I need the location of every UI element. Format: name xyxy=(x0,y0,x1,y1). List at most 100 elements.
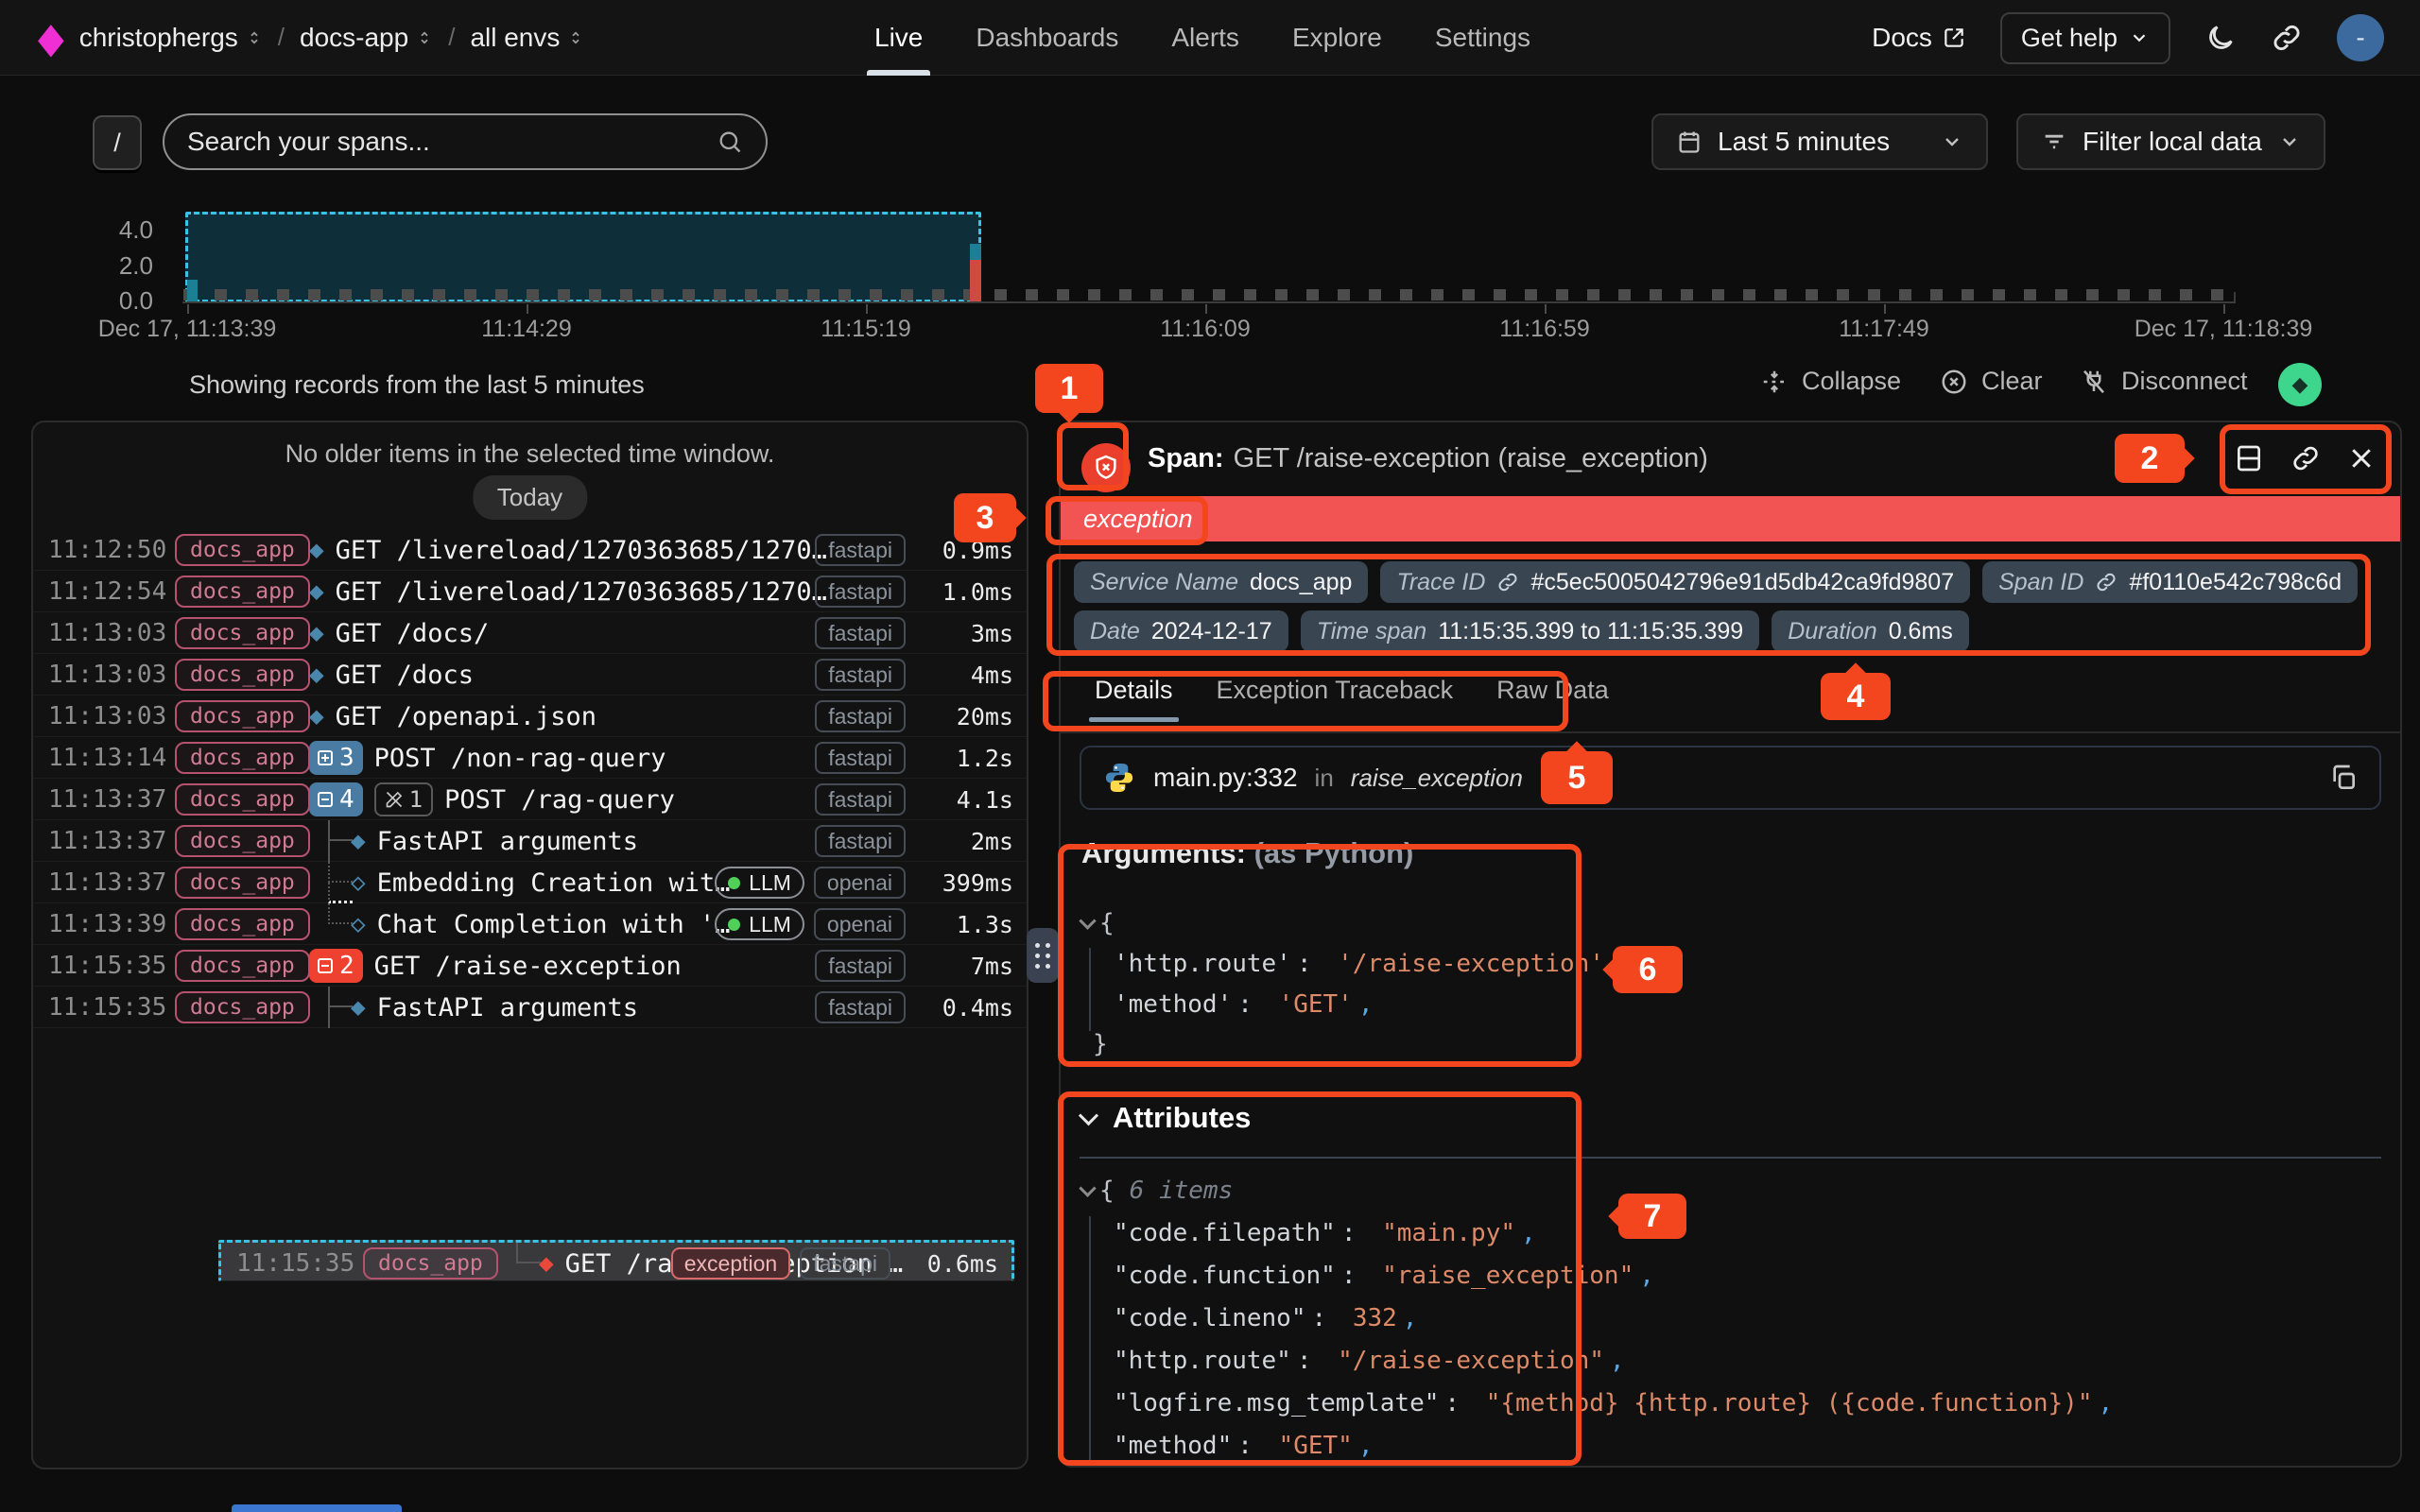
tag-pill: fastapi xyxy=(815,617,906,649)
child-count: 3 xyxy=(339,744,354,772)
list-item[interactable]: 11:13:39 docs_app ◇Chat Completion with … xyxy=(33,903,1027,945)
panel-toggle-icon[interactable] xyxy=(2234,443,2264,473)
span-tags-row-2: Date2024-12-17 Time span11:15:35.399 to … xyxy=(1074,610,1969,652)
tab-explore[interactable]: Explore xyxy=(1292,0,1382,76)
tag-pill: fastapi xyxy=(815,576,906,608)
chevron-down-icon xyxy=(1079,1179,1096,1196)
span-id-tag[interactable]: Span ID #f0110e542c798c6d xyxy=(1982,561,2358,603)
minus-square-icon xyxy=(318,958,333,973)
list-item[interactable]: 11:15:35 docs_app 2GET /raise-exception … xyxy=(33,945,1027,987)
tab-live[interactable]: Live xyxy=(874,0,923,76)
attr-entry: "http.route": "/raise-exception", xyxy=(1114,1340,1625,1382)
close-icon[interactable] xyxy=(2347,444,2376,472)
chevron-down-icon xyxy=(1941,130,1963,153)
dark-mode-moon-icon[interactable] xyxy=(2204,22,2237,54)
annotation-count: 1 xyxy=(409,786,423,813)
span-diamond-outline-icon: ◇ xyxy=(351,870,366,895)
search-bar[interactable] xyxy=(163,113,768,170)
collapse-children-badge[interactable]: 4 xyxy=(309,782,363,816)
tab-dashboards[interactable]: Dashboards xyxy=(976,0,1118,76)
tab-exception-traceback[interactable]: Exception Traceback xyxy=(1217,676,1454,720)
list-item[interactable]: 11:13:14 docs_app 3POST /non-rag-query f… xyxy=(33,737,1027,779)
today-pill[interactable]: Today xyxy=(473,475,587,520)
copy-link-icon[interactable] xyxy=(2290,443,2321,473)
list-item[interactable]: 11:12:54 docs_app ◆GET /livereload/12703… xyxy=(33,571,1027,612)
panel-resize-handle[interactable] xyxy=(1027,928,1059,983)
chart-bar-spans[interactable] xyxy=(970,244,981,260)
filter-local-data-button[interactable]: Filter local data xyxy=(2016,113,2325,170)
trace-id-tag[interactable]: Trace ID#c5ec5005042796e91d5db42ca9fd980… xyxy=(1380,561,1970,603)
attributes-heading[interactable]: Attributes xyxy=(1081,1101,1251,1135)
list-item[interactable]: 11:12:50 docs_app ◆GET /livereload/12703… xyxy=(33,529,1027,571)
tag-value: #f0110e542c798c6d xyxy=(2129,569,2342,596)
tag-label: Span ID xyxy=(1998,569,2083,596)
collapse-children-badge-error[interactable]: 2 xyxy=(309,949,363,983)
org-selector[interactable]: christophergs xyxy=(79,23,263,53)
colon: : xyxy=(1297,950,1312,978)
clear-button[interactable]: Clear xyxy=(1940,367,2043,396)
duration: 7ms xyxy=(915,953,1013,980)
attr-entry: "code.filepath": "main.py", xyxy=(1114,1212,1536,1254)
list-item[interactable]: 11:13:37 docs_app 41POST /rag-query fast… xyxy=(33,779,1027,820)
duration: 4ms xyxy=(915,662,1013,689)
expand-children-badge[interactable]: 3 xyxy=(309,741,363,775)
live-status-button[interactable]: ◆ xyxy=(2278,363,2322,406)
source-file[interactable]: main.py:332 xyxy=(1153,763,1298,793)
attr-key: "method" xyxy=(1114,1432,1232,1460)
list-item[interactable]: 11:13:37 docs_app ◇Embedding Creation wi… xyxy=(33,862,1027,903)
exception-shield-icon xyxy=(1081,443,1131,492)
tag-pill: fastapi xyxy=(815,742,906,774)
tag-value: 2024-12-17 xyxy=(1151,618,1272,645)
copy-icon[interactable] xyxy=(2328,763,2359,793)
colon: : xyxy=(1297,1347,1312,1375)
share-link-icon[interactable] xyxy=(2271,22,2303,54)
minus-square-icon xyxy=(318,792,333,807)
row-time: 11:13:14 xyxy=(48,737,166,779)
project-selector[interactable]: docs-app xyxy=(300,23,433,53)
logfire-logo-icon[interactable]: ◆ xyxy=(38,16,64,59)
env-selector[interactable]: all envs xyxy=(470,23,584,53)
time-range-button[interactable]: Last 5 minutes xyxy=(1651,113,1988,170)
args-open-line[interactable]: { xyxy=(1081,902,1115,944)
list-item[interactable]: 11:13:37 docs_app ◆FastAPI arguments fas… xyxy=(33,820,1027,862)
green-dot-icon xyxy=(728,877,740,889)
tag-value: 0.6ms xyxy=(1889,618,1953,645)
tag-pill: fastapi xyxy=(815,659,906,691)
list-item[interactable]: 11:13:03 docs_app ◆GET /docs fastapi4ms xyxy=(33,654,1027,696)
search-input[interactable] xyxy=(187,127,717,157)
attrs-open-line[interactable]: {6 items xyxy=(1081,1170,1233,1211)
service-pill: docs_app xyxy=(363,1247,498,1280)
chart-bar-spans[interactable] xyxy=(187,280,198,302)
service-pill: docs_app xyxy=(175,617,310,649)
disconnect-button[interactable]: Disconnect xyxy=(2080,367,2248,396)
colon: : xyxy=(1444,1389,1460,1418)
tab-alerts[interactable]: Alerts xyxy=(1171,0,1239,76)
list-item[interactable]: 11:15:35 docs_app ◆FastAPI arguments fas… xyxy=(33,987,1027,1028)
source-in-word: in xyxy=(1315,764,1334,793)
open-brace: { xyxy=(1099,1177,1115,1205)
tab-details[interactable]: Details xyxy=(1095,676,1173,720)
collapse-button[interactable]: Collapse xyxy=(1760,367,1901,396)
service-pill: docs_app xyxy=(175,534,310,566)
span-name: GET /openapi.json xyxy=(336,702,596,731)
avatar[interactable]: - xyxy=(2337,14,2384,61)
list-item[interactable]: 11:13:03 docs_app ◆GET /docs/ fastapi3ms xyxy=(33,612,1027,654)
tag-label: Date xyxy=(1090,618,1140,645)
span-name: Chat Completion with '… xyxy=(377,910,731,939)
annotations-badge[interactable]: 1 xyxy=(374,782,433,816)
tab-raw-data[interactable]: Raw Data xyxy=(1496,676,1609,720)
tag-label: Time span xyxy=(1317,618,1427,645)
colon: : xyxy=(1237,990,1253,1019)
list-item-selected[interactable]: 11:15:35 docs_app ◆GET /raise-exception … xyxy=(218,1240,1014,1281)
docs-link[interactable]: Docs xyxy=(1872,23,1966,53)
chevron-down-icon xyxy=(2278,130,2301,153)
get-help-button[interactable]: Get help xyxy=(2000,12,2170,64)
span-diamond-icon: ◆ xyxy=(351,829,366,853)
tab-settings[interactable]: Settings xyxy=(1435,0,1530,76)
chart-bar-errors[interactable] xyxy=(970,260,981,302)
link-icon xyxy=(2095,571,2118,593)
external-link-icon xyxy=(1942,26,1966,50)
tag-label: Duration xyxy=(1788,618,1877,645)
list-item[interactable]: 11:13:03 docs_app ◆GET /openapi.json fas… xyxy=(33,696,1027,737)
colon: : xyxy=(1312,1304,1327,1332)
